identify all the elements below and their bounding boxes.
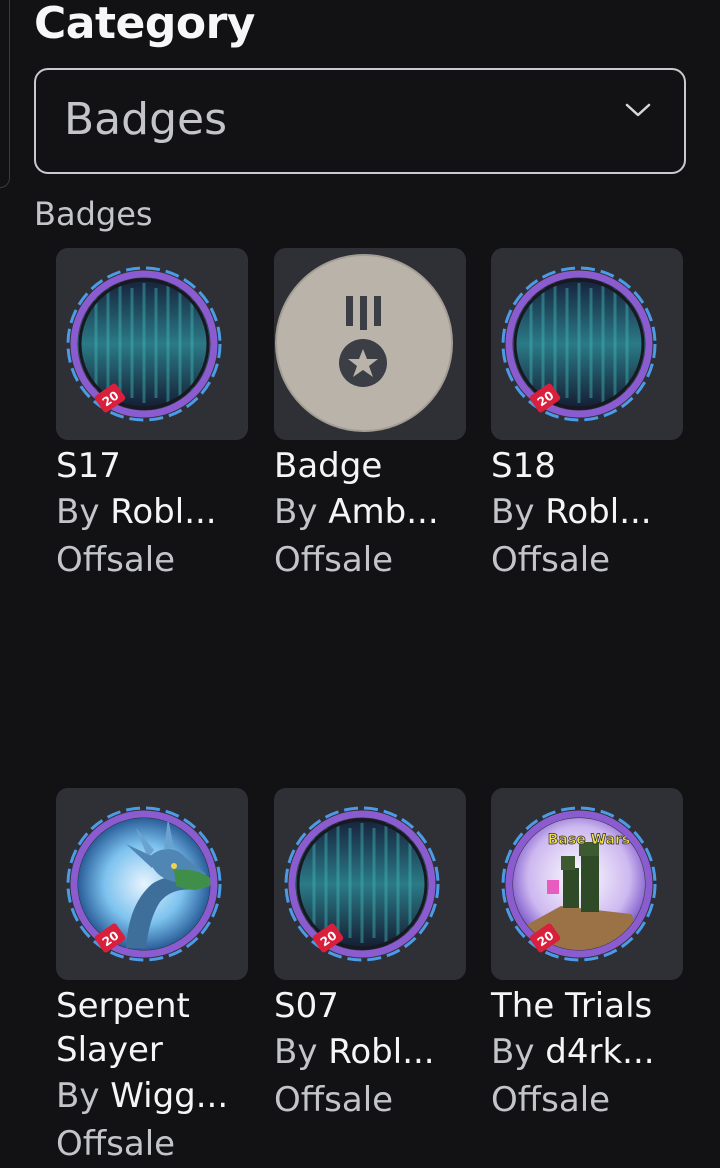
badge-card-s18[interactable]: 20 S18 By Robl... Offsale (491, 248, 683, 584)
badge-creator: By Robl... (274, 1028, 474, 1076)
season-badge-icon: 20 (501, 266, 657, 422)
badge-card-s17[interactable]: 20 S17 By Robl... Offsale (56, 248, 248, 584)
category-selected-value: Badges (64, 94, 228, 145)
by-label: By (274, 492, 318, 532)
badge-name: The Trials (491, 986, 653, 1026)
by-label: By (56, 492, 100, 532)
creator-name[interactable]: Robl... (328, 1032, 434, 1072)
badge-price: Offsale (491, 540, 611, 580)
badge-price: Offsale (56, 540, 176, 580)
badge-price: Offsale (56, 1124, 176, 1164)
creator-name[interactable]: Wigg... (110, 1076, 228, 1116)
creator-name[interactable]: Robl... (110, 492, 216, 532)
base-wars-logo-text: Base Wars (548, 832, 630, 848)
season-badge-icon: 20 (66, 266, 222, 422)
default-medal-badge-icon (275, 254, 453, 432)
badge-creator: By Amb... (274, 488, 474, 536)
by-label: By (491, 492, 535, 532)
badge-name: S07 (274, 986, 339, 1026)
badge-creator: By Wigg... (56, 1072, 256, 1120)
badge-creator: By Robl... (491, 488, 691, 536)
creator-name[interactable]: d4rk... (545, 1032, 654, 1072)
badge-price: Offsale (491, 1080, 611, 1120)
badge-price: Offsale (274, 540, 394, 580)
section-label: Badges (34, 195, 153, 233)
creator-name[interactable]: Amb... (328, 492, 438, 532)
badge-creator: By Robl... (56, 488, 256, 536)
badge-price: Offsale (274, 1080, 394, 1120)
badge-name: Badge (274, 446, 383, 486)
season-badge-icon: 20 (284, 806, 440, 962)
by-label: By (491, 1032, 535, 1072)
badge-thumbnail: 20 (56, 788, 248, 980)
creator-name[interactable]: Robl... (545, 492, 651, 532)
base-wars-badge-icon: Base Wars 20 (501, 806, 657, 962)
badge-thumbnail: 20 (274, 788, 466, 980)
badge-thumbnail: 20 (56, 248, 248, 440)
badge-creator: By d4rk... (491, 1028, 691, 1076)
dragon-badge-icon: 20 (66, 806, 222, 962)
chevron-down-icon (625, 103, 651, 117)
badge-card-serpent-slayer[interactable]: 20 Serpent Slayer By Wigg... Offsale (56, 788, 248, 1168)
badge-name: S18 (491, 446, 556, 486)
badge-name: Serpent Slayer (56, 986, 190, 1070)
category-dropdown[interactable]: Badges (34, 68, 686, 174)
badge-name: S17 (56, 446, 121, 486)
badge-thumbnail: 20 (491, 248, 683, 440)
category-heading: Category (34, 0, 255, 49)
by-label: By (56, 1076, 100, 1116)
badge-card-the-trials[interactable]: Base Wars 20 The Trials By d4rk... Offsa… (491, 788, 683, 1124)
by-label: By (274, 1032, 318, 1072)
badge-card-badge[interactable]: Badge By Amb... Offsale (274, 248, 466, 584)
badge-card-s07[interactable]: 20 S07 By Robl... Offsale (274, 788, 466, 1124)
badge-thumbnail: Base Wars 20 (491, 788, 683, 980)
side-panel-edge (0, 0, 10, 188)
badge-thumbnail (274, 248, 466, 440)
